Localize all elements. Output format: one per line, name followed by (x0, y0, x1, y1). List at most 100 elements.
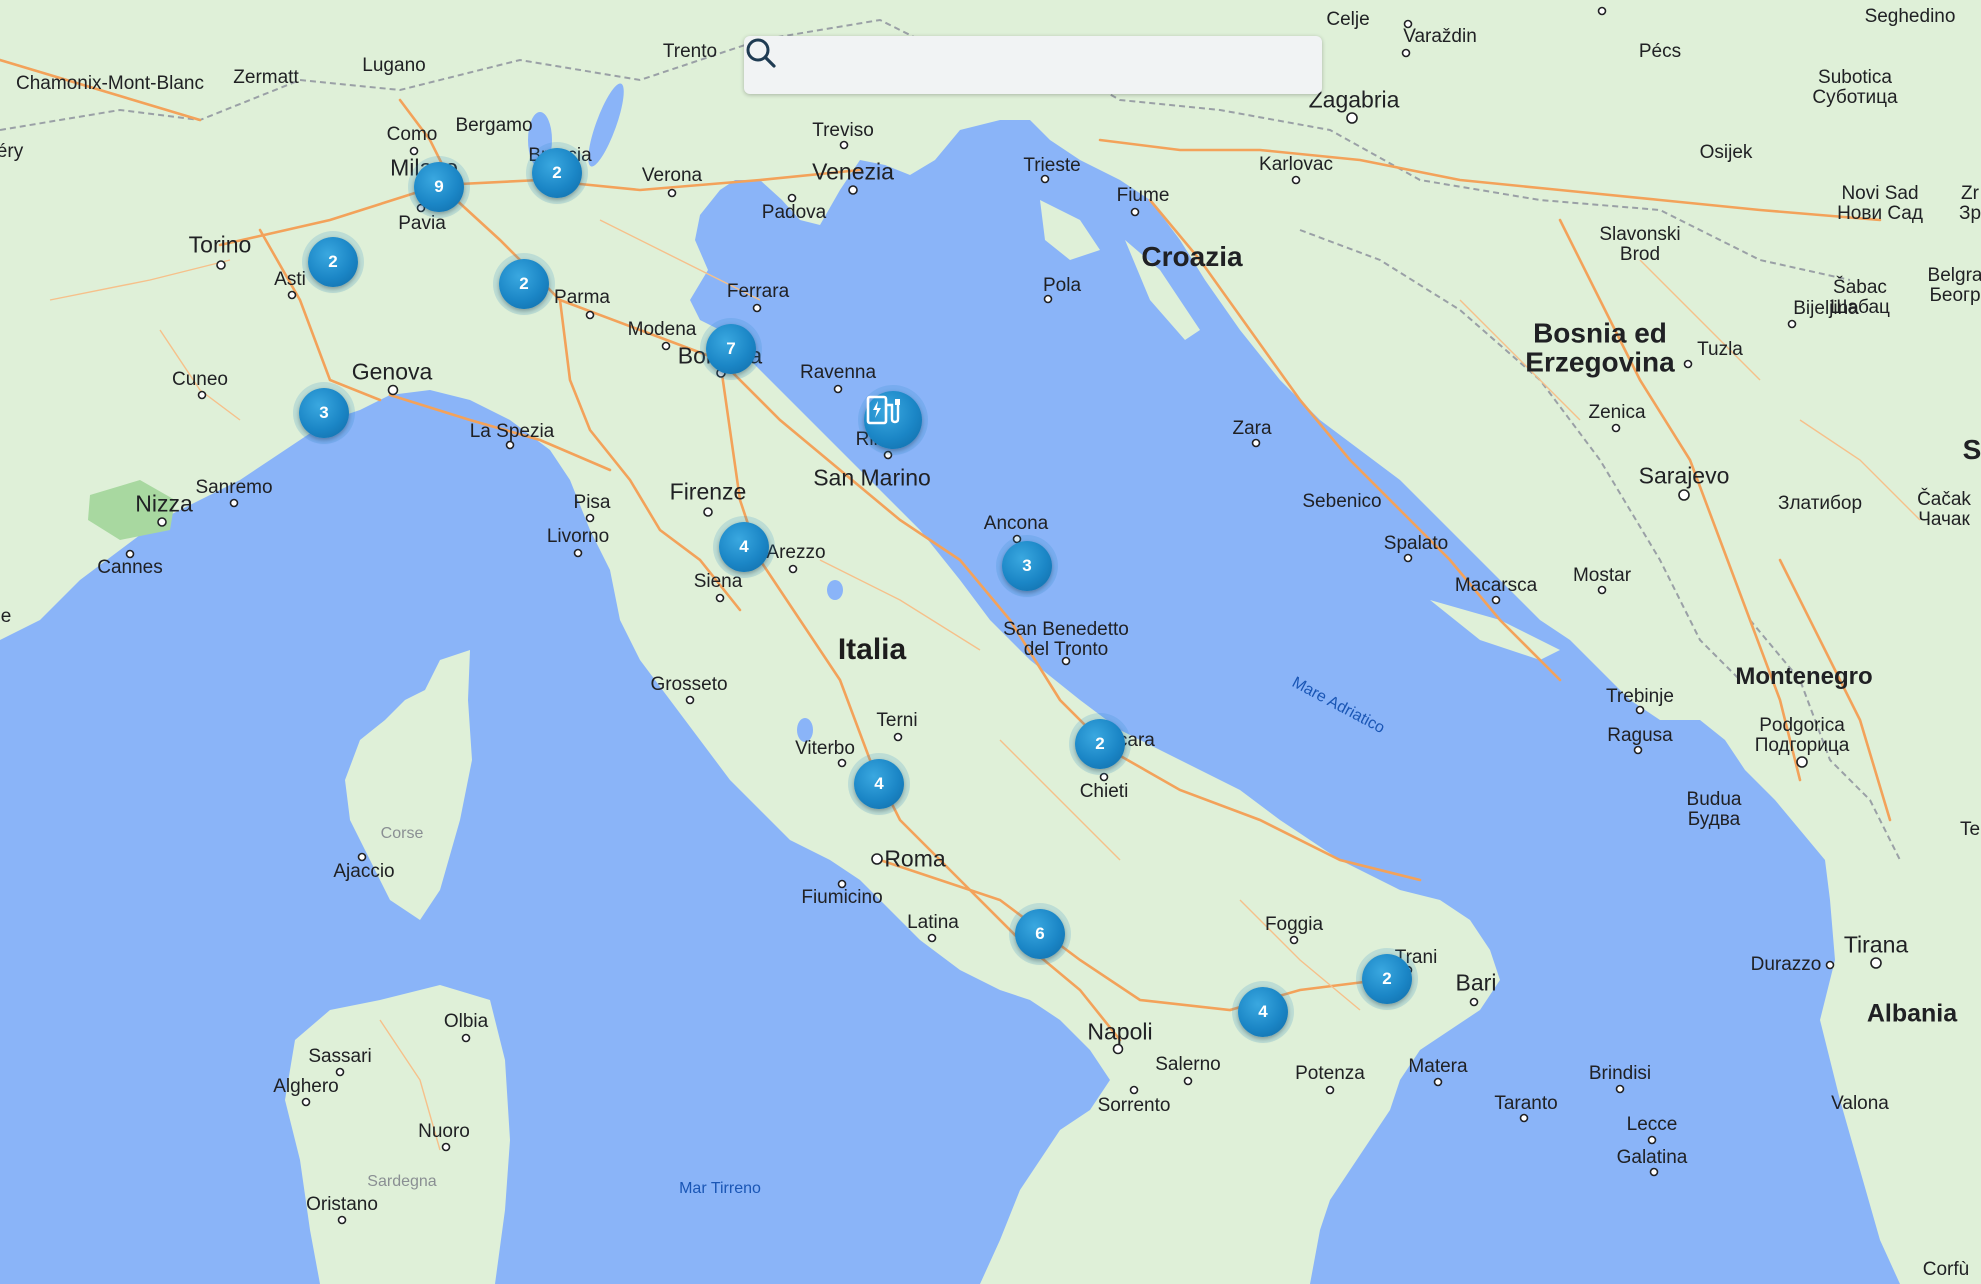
label-sorrento: Sorrento (1097, 1095, 1171, 1116)
label-treviso: Treviso (812, 120, 874, 141)
label-belgrado: Belgra Беогр (1927, 265, 1981, 306)
label-cannes: Cannes (97, 557, 163, 578)
label-sassari: Sassari (308, 1046, 372, 1067)
label-albania: Albania (1866, 999, 1958, 1028)
label-chamonix: Chamonix-Mont-Blanc (16, 73, 204, 94)
label-asti: Asti (274, 269, 306, 290)
station-cluster-marker[interactable]: 9 (414, 162, 464, 212)
label-fiume: Fiume (1116, 185, 1170, 206)
label-spalato: Spalato (1383, 533, 1449, 554)
ev-charging-station-icon (866, 395, 900, 425)
label-trieste: Trieste (1023, 155, 1081, 176)
label-mostar: Mostar (1572, 565, 1632, 586)
label-celje: Celje (1326, 9, 1370, 30)
label-cacak: Čačak Чачак (1917, 489, 1971, 530)
label-slavonski-brod: Slavonski Brod (1599, 224, 1681, 265)
label-genova: Genova (351, 358, 433, 385)
label-bari: Bari (1455, 969, 1497, 996)
label-osijek: Osijek (1699, 142, 1753, 163)
label-valona: Valona (1831, 1093, 1889, 1114)
label-torino: Torino (188, 231, 252, 258)
label-ragusa: Ragusa (1607, 725, 1673, 746)
label-bosnia-erzegovina: Bosnia ed Erzegovina (1525, 317, 1675, 378)
label-chieti: Chieti (1079, 781, 1129, 802)
label-sebenico: Sebenico (1302, 491, 1382, 512)
label-modena: Modena (627, 319, 697, 340)
label-croazia: Croazia (1141, 241, 1243, 272)
label-lugano: Lugano (362, 55, 426, 76)
label-tirana: Tirana (1843, 931, 1909, 958)
search-input[interactable] (802, 36, 1322, 94)
station-cluster-marker[interactable]: 6 (1015, 909, 1065, 959)
label-ravenna: Ravenna (799, 362, 877, 383)
label-salerno: Salerno (1155, 1054, 1221, 1075)
search-icon[interactable] (744, 36, 802, 94)
label-viterbo: Viterbo (795, 738, 855, 759)
label-corse: Corse (380, 825, 424, 842)
label-roma: Roma (884, 845, 946, 872)
label-oristano: Oristano (306, 1194, 378, 1215)
label-pola: Pola (1042, 275, 1082, 296)
label-edge-te: Te (1959, 819, 1981, 840)
label-bijeljina: Bijeljina (1793, 298, 1859, 319)
label-edge-e: e (0, 606, 12, 627)
label-potenza: Potenza (1295, 1063, 1365, 1084)
label-olbia: Olbia (443, 1011, 489, 1032)
label-sardegna: Sardegna (367, 1173, 437, 1190)
station-cluster-marker[interactable]: 2 (1362, 954, 1412, 1004)
label-sanbenedetto: San Benedetto del Tronto (1003, 619, 1129, 660)
station-cluster-marker[interactable]: 2 (499, 259, 549, 309)
label-zlatibor: Златибор (1777, 493, 1863, 514)
label-montenegro: Montenegro (1735, 663, 1873, 690)
ev-charging-station-marker[interactable] (864, 391, 922, 449)
station-cluster-marker[interactable]: 4 (719, 522, 769, 572)
station-cluster-marker[interactable]: 2 (532, 148, 582, 198)
label-edge-ery: éry (0, 141, 24, 162)
label-como: Como (386, 124, 438, 145)
label-edge-zr: Zr Зр (1958, 183, 1981, 224)
station-cluster-marker[interactable]: 3 (299, 388, 349, 438)
label-arezzo: Arezzo (766, 542, 826, 563)
station-cluster-marker[interactable]: 3 (1002, 541, 1052, 591)
station-cluster-marker[interactable]: 4 (1238, 987, 1288, 1037)
label-brindisi: Brindisi (1588, 1063, 1652, 1084)
label-livorno: Livorno (546, 526, 610, 547)
label-latina: Latina (907, 912, 959, 933)
label-subotica: Subotica Суботица (1812, 67, 1898, 108)
station-cluster-marker[interactable]: 2 (308, 237, 358, 287)
label-verona: Verona (641, 165, 703, 186)
label-nizza: Nizza (135, 490, 193, 517)
label-pisa: Pisa (573, 492, 611, 513)
label-ancona: Ancona (983, 513, 1049, 534)
label-taranto: Taranto (1494, 1093, 1558, 1114)
label-ajaccio: Ajaccio (333, 861, 395, 882)
label-zermatt: Zermatt (233, 67, 299, 88)
label-galatina: Galatina (1616, 1147, 1688, 1168)
label-bergamo: Bergamo (455, 115, 533, 136)
label-varazdin: Varaždin (1403, 26, 1477, 47)
label-zagabria: Zagabria (1308, 86, 1400, 113)
label-sanmarino: San Marino (813, 464, 931, 491)
label-firenze: Firenze (669, 478, 747, 505)
label-ferrara: Ferrara (726, 281, 790, 302)
station-cluster-marker[interactable]: 4 (854, 759, 904, 809)
label-lecce: Lecce (1626, 1114, 1678, 1135)
station-cluster-marker[interactable]: 2 (1075, 719, 1125, 769)
label-terni: Terni (876, 710, 918, 731)
label-pecs: Pécs (1638, 41, 1682, 62)
map-view[interactable]: Celje Varaždin Pécs Seghedino Trento Lug… (0, 0, 1981, 1284)
label-nuoro: Nuoro (418, 1121, 470, 1142)
search-bar[interactable] (744, 36, 1322, 94)
label-novisad: Novi Sad Нови Сад (1837, 183, 1923, 224)
label-zara: Zara (1232, 418, 1272, 439)
label-grosseto: Grosseto (650, 674, 728, 695)
label-sanremo: Sanremo (195, 477, 273, 498)
label-cuneo: Cuneo (172, 369, 228, 390)
label-trebinje: Trebinje (1606, 686, 1674, 707)
label-karlovac: Karlovac (1259, 154, 1333, 175)
label-trento: Trento (662, 41, 718, 62)
label-siena: Siena (693, 571, 743, 592)
label-mar-tirreno: Mar Tirreno (679, 1180, 761, 1197)
station-cluster-marker[interactable]: 7 (706, 324, 756, 374)
label-parma: Parma (554, 287, 610, 308)
